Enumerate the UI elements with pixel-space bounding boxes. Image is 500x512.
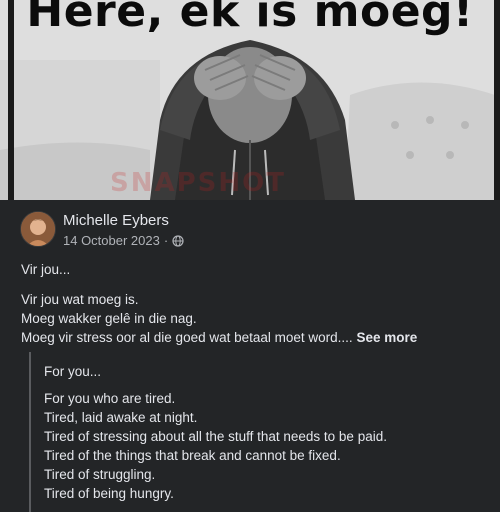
translation-line: Tired, laid awake at night.: [44, 410, 198, 425]
post-header: Michelle Eybers 14 October 2023 ·: [20, 209, 480, 249]
globe-icon: [172, 234, 184, 247]
translation-line: Tired of the things that break and canno…: [44, 448, 341, 463]
post-date[interactable]: 14 October 2023: [63, 233, 160, 248]
post-meta: 14 October 2023 ·: [63, 233, 184, 248]
post-line-text: Moeg vir stress oor al die goed wat beta…: [21, 330, 353, 345]
avatar[interactable]: [20, 211, 56, 247]
translation-line: For you...: [44, 364, 102, 379]
post-text: Vir jou... Vir jou wat moeg is. Moeg wak…: [21, 260, 491, 347]
post-line: Moeg wakker gelê in die nag.: [21, 311, 197, 326]
photo-headline: Here, ek is moeg!: [26, 0, 474, 37]
photo-watermark: SNAPSHOT: [110, 168, 286, 198]
translation-line: For you who are tired.: [44, 391, 176, 406]
author-name[interactable]: Michelle Eybers: [63, 212, 169, 229]
meta-separator: ·: [163, 233, 169, 248]
post-photo[interactable]: Here, ek is moeg! SNAPSHOT: [0, 0, 500, 200]
post-line: Vir jou wat moeg is.: [21, 292, 139, 307]
translation-block: For you... For you who are tired. Tired,…: [29, 352, 489, 512]
post-line: Vir jou...: [21, 262, 71, 277]
see-more-link[interactable]: See more: [356, 330, 417, 345]
avatar-portrait: [21, 212, 55, 246]
translation-line: Tired of being hungry.: [44, 486, 174, 501]
post-line: Moeg vir stress oor al die goed wat beta…: [21, 328, 491, 347]
translation-line: Tired of struggling.: [44, 467, 156, 482]
translation-line: Tired of stressing about all the stuff t…: [44, 429, 387, 444]
